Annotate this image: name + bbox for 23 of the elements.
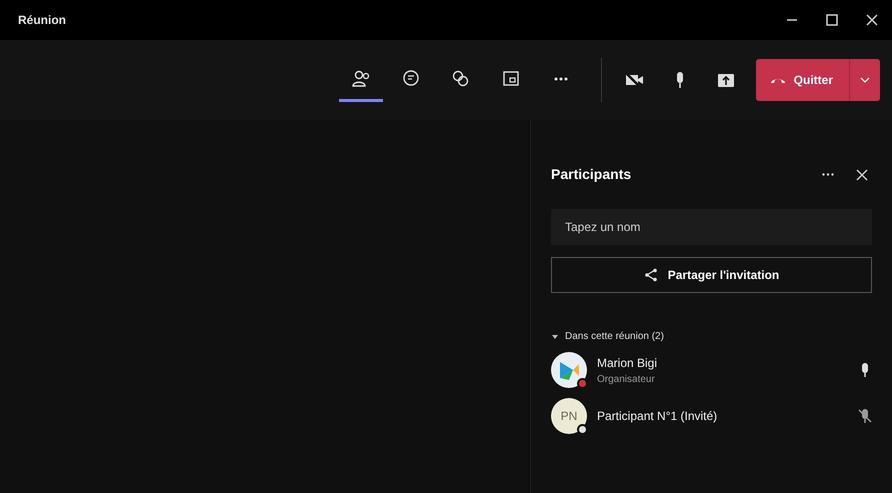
window-icon	[500, 68, 521, 88]
close-icon	[856, 168, 868, 180]
participant-role: Organisateur	[597, 372, 656, 386]
chevron-down-icon	[860, 77, 870, 83]
participant-name: Participant N°1 (Invité)	[597, 408, 718, 425]
avatar: PN	[551, 398, 587, 434]
avatar	[551, 352, 587, 388]
microphone-icon	[676, 72, 684, 88]
panel-title: Participants	[551, 165, 632, 184]
close-icon	[866, 14, 878, 26]
section-header[interactable]: Dans cette réunion (2)	[565, 329, 664, 344]
search-field[interactable]: Tapez un nom	[551, 209, 872, 245]
maximize-icon	[826, 14, 838, 26]
window-title: Réunion	[18, 12, 67, 29]
people-icon	[350, 68, 371, 88]
more-icon	[822, 173, 834, 176]
overlapping-circles-icon	[450, 68, 471, 88]
chat-icon	[400, 68, 421, 88]
more-icon	[554, 76, 568, 80]
invite-button[interactable]: Partager l'invitation	[551, 257, 872, 293]
share-icon	[644, 268, 658, 282]
participant-name: Marion Bigi	[597, 354, 658, 372]
caret-icon[interactable]	[551, 334, 559, 340]
